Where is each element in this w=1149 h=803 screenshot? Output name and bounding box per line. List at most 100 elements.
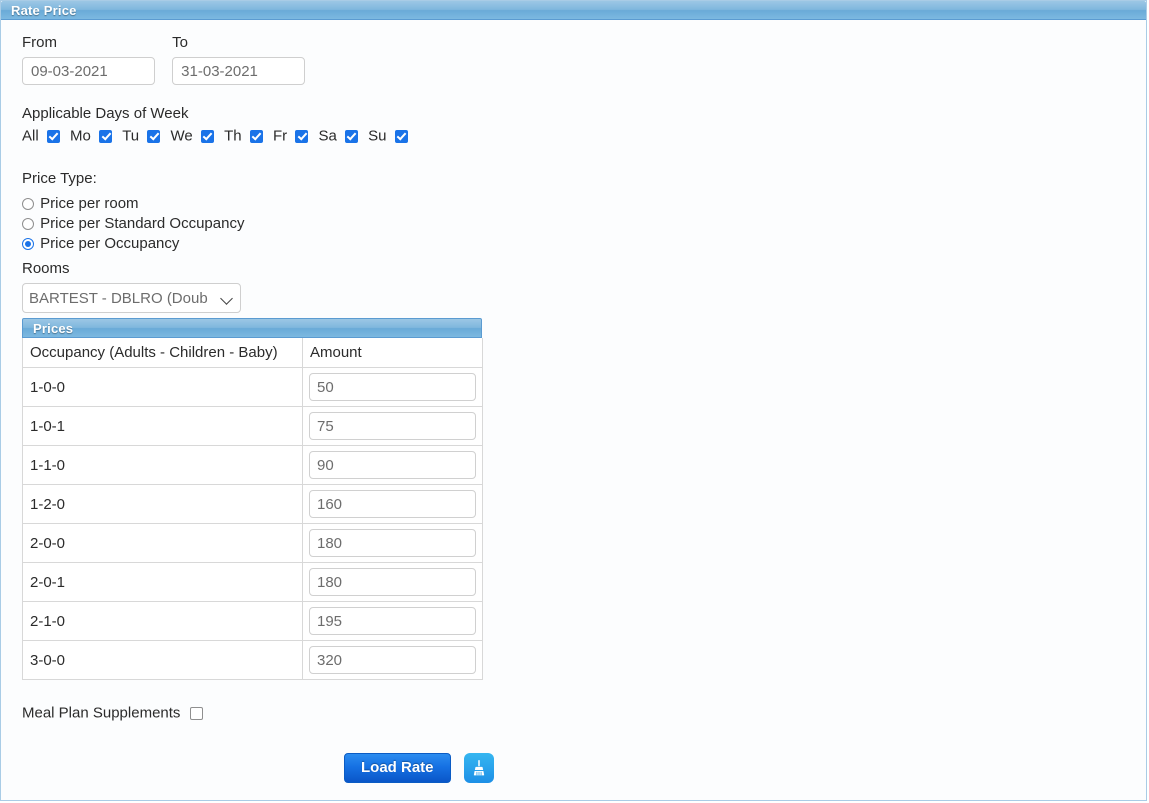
day-label-fr: Fr bbox=[272, 127, 288, 145]
prices-titlebar: Prices bbox=[22, 318, 482, 338]
from-date-group: From bbox=[22, 34, 155, 85]
cell-occupancy: 2-0-1 bbox=[22, 562, 303, 602]
rooms-select[interactable]: BARTEST - DBLRO (Doub bbox=[22, 283, 241, 313]
table-row: 2-1-0 bbox=[22, 601, 483, 641]
day-checkbox-mo[interactable] bbox=[99, 129, 113, 143]
day-label-mo: Mo bbox=[70, 127, 91, 145]
amount-input[interactable] bbox=[309, 373, 476, 401]
panel-title: Rate Price bbox=[11, 3, 77, 18]
day-label-all: All bbox=[22, 127, 39, 145]
amount-input[interactable] bbox=[309, 529, 476, 557]
table-header-row: Occupancy (Adults - Children - Baby) Amo… bbox=[22, 338, 483, 368]
cell-occupancy: 2-0-0 bbox=[22, 523, 303, 563]
amount-input[interactable] bbox=[309, 451, 476, 479]
table-row: 1-1-0 bbox=[22, 445, 483, 485]
day-checkbox-we[interactable] bbox=[200, 129, 214, 143]
cell-amount bbox=[302, 640, 483, 680]
broom-icon bbox=[464, 758, 494, 778]
day-checkbox-fr[interactable] bbox=[295, 129, 309, 143]
day-label-we: We bbox=[170, 127, 193, 145]
amount-input[interactable] bbox=[309, 568, 476, 596]
to-date-group: To bbox=[172, 34, 306, 85]
table-row: 2-0-1 bbox=[22, 562, 483, 602]
amount-input[interactable] bbox=[309, 412, 476, 440]
day-item-fr: Fr bbox=[272, 127, 309, 145]
to-date-input[interactable] bbox=[172, 57, 306, 85]
table-row: 1-2-0 bbox=[22, 484, 483, 524]
day-checkbox-sa[interactable] bbox=[344, 129, 358, 143]
price-type-radio-per-room[interactable] bbox=[22, 198, 34, 211]
prices-title: Prices bbox=[33, 321, 74, 336]
price-type-section: Price Type: Price per room Price per Sta… bbox=[22, 170, 244, 254]
days-of-week-list: All Mo Tu We Th Fr Sa Su bbox=[22, 128, 408, 144]
panel-titlebar: Rate Price bbox=[1, 1, 1146, 20]
day-checkbox-tu[interactable] bbox=[147, 129, 161, 143]
table-row: 1-0-1 bbox=[22, 406, 483, 446]
day-checkbox-all[interactable] bbox=[46, 129, 60, 143]
price-type-option-per-occupancy[interactable]: Price per Occupancy bbox=[22, 234, 244, 254]
table-row: 1-0-0 bbox=[22, 367, 483, 407]
day-item-mo: Mo bbox=[70, 127, 113, 145]
price-type-radio-standard-occupancy[interactable] bbox=[22, 218, 34, 231]
meal-plan-row: Meal Plan Supplements bbox=[22, 704, 203, 722]
day-item-tu: Tu bbox=[122, 127, 161, 145]
prices-section: Prices Occupancy (Adults - Children - Ba… bbox=[22, 318, 483, 680]
column-header-occupancy: Occupancy (Adults - Children - Baby) bbox=[22, 338, 303, 368]
cell-amount bbox=[302, 484, 483, 524]
rooms-section: Rooms BARTEST - DBLRO (Doub bbox=[22, 260, 241, 313]
action-button-row: Load Rate bbox=[344, 753, 494, 783]
cell-amount bbox=[302, 406, 483, 446]
day-label-su: Su bbox=[368, 127, 387, 145]
prices-table: Occupancy (Adults - Children - Baby) Amo… bbox=[22, 338, 483, 680]
table-row: 3-0-0 bbox=[22, 640, 483, 680]
rooms-label: Rooms bbox=[22, 260, 70, 277]
day-item-su: Su bbox=[368, 128, 408, 144]
rooms-select-wrapper: BARTEST - DBLRO (Doub bbox=[22, 283, 241, 313]
day-item-we: We bbox=[171, 128, 214, 144]
load-rate-button[interactable]: Load Rate bbox=[344, 753, 451, 783]
amount-input[interactable] bbox=[309, 607, 476, 635]
price-type-option-per-room[interactable]: Price per room bbox=[22, 194, 244, 214]
cell-amount bbox=[302, 445, 483, 485]
clear-button[interactable] bbox=[463, 753, 494, 783]
prices-table-head: Occupancy (Adults - Children - Baby) Amo… bbox=[22, 338, 483, 368]
cell-occupancy: 1-2-0 bbox=[22, 484, 303, 524]
cell-occupancy: 2-1-0 bbox=[22, 601, 303, 641]
day-label-th: Th bbox=[224, 127, 242, 145]
day-item-all: All bbox=[22, 128, 60, 144]
cell-amount bbox=[302, 367, 483, 407]
days-of-week-section: Applicable Days of Week All Mo Tu We Th … bbox=[22, 105, 408, 144]
price-type-option-label-per-occupancy: Price per Occupancy bbox=[40, 235, 180, 253]
price-type-option-standard-occupancy[interactable]: Price per Standard Occupancy bbox=[22, 214, 244, 234]
amount-input[interactable] bbox=[309, 646, 476, 674]
table-row: 2-0-0 bbox=[22, 523, 483, 563]
prices-table-body: 1-0-0 1-0-1 1-1-0 bbox=[22, 367, 483, 680]
from-label: From bbox=[22, 34, 57, 51]
cell-occupancy: 1-0-1 bbox=[22, 406, 303, 446]
cell-occupancy: 1-1-0 bbox=[22, 445, 303, 485]
day-label-tu: Tu bbox=[122, 127, 140, 145]
cell-amount bbox=[302, 523, 483, 563]
date-range-row: From To bbox=[22, 34, 306, 85]
cell-occupancy: 1-0-0 bbox=[22, 367, 303, 407]
days-of-week-label: Applicable Days of Week bbox=[22, 105, 189, 122]
from-date-input[interactable] bbox=[22, 57, 155, 85]
cell-amount bbox=[302, 601, 483, 641]
day-item-sa: Sa bbox=[318, 128, 358, 144]
rate-price-panel: Rate Price From To Applicable Days of We… bbox=[0, 0, 1147, 801]
meal-plan-label: Meal Plan Supplements bbox=[22, 704, 181, 722]
price-type-label: Price Type: bbox=[22, 170, 97, 187]
day-item-th: Th bbox=[224, 128, 263, 144]
meal-plan-checkbox[interactable] bbox=[189, 706, 203, 720]
day-checkbox-su[interactable] bbox=[394, 129, 408, 143]
cell-occupancy: 3-0-0 bbox=[22, 640, 303, 680]
day-checkbox-th[interactable] bbox=[249, 129, 263, 143]
column-header-amount: Amount bbox=[302, 338, 483, 368]
to-label: To bbox=[172, 34, 189, 51]
price-type-option-label-per-room: Price per room bbox=[40, 195, 139, 213]
amount-input[interactable] bbox=[309, 490, 476, 518]
cell-amount bbox=[302, 562, 483, 602]
price-type-option-label-standard-occupancy: Price per Standard Occupancy bbox=[40, 215, 245, 233]
day-label-sa: Sa bbox=[318, 127, 337, 145]
price-type-radio-per-occupancy[interactable] bbox=[22, 238, 34, 251]
